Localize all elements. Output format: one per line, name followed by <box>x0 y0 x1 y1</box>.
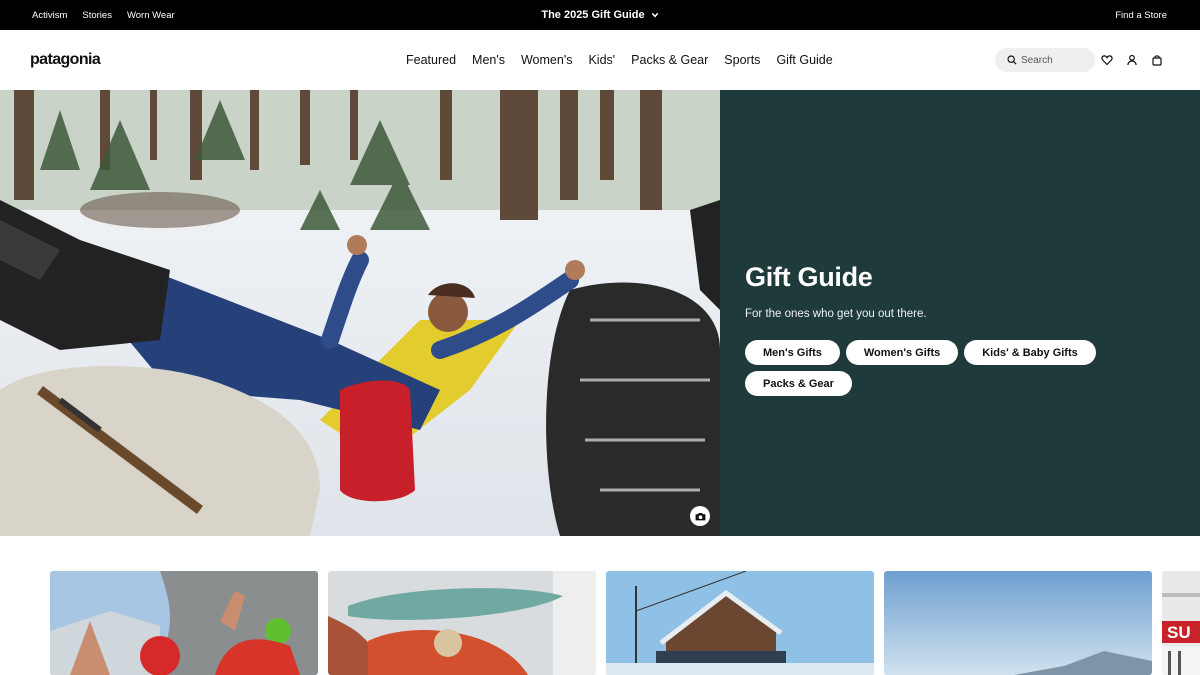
promo-label: The 2025 Gift Guide <box>541 9 645 21</box>
search-box[interactable] <box>995 48 1095 72</box>
mountain-house-image <box>606 571 874 675</box>
card-mountain-house[interactable] <box>606 571 874 675</box>
card-storefront[interactable]: SU <box>1162 571 1200 675</box>
nav-sports[interactable]: Sports <box>724 53 760 67</box>
main-nav: Featured Men's Women's Kids' Packs & Gea… <box>406 30 833 90</box>
utility-bar: Activism Stories Worn Wear The 2025 Gift… <box>0 0 1200 30</box>
hero-buttons: Men's Gifts Women's Gifts Kids' & Baby G… <box>745 340 1125 396</box>
nav-womens[interactable]: Women's <box>521 53 572 67</box>
main-header: patagonia Featured Men's Women's Kids' P… <box>0 30 1200 90</box>
feature-cards: SU <box>0 571 1200 675</box>
hero-section: Gift Guide For the ones who get you out … <box>0 90 1200 536</box>
search-icon <box>1007 55 1017 65</box>
hero-title: Gift Guide <box>745 262 873 292</box>
hero-panel: Gift Guide For the ones who get you out … <box>720 90 1200 536</box>
sky-landscape-image <box>884 571 1152 675</box>
heart-icon[interactable] <box>1100 53 1114 67</box>
surfboard-image <box>328 571 596 675</box>
card-surfboard[interactable] <box>328 571 596 675</box>
nav-mens[interactable]: Men's <box>472 53 505 67</box>
hero-subtitle: For the ones who get you out there. <box>745 308 927 320</box>
search-input[interactable] <box>1021 54 1093 66</box>
nav-featured[interactable]: Featured <box>406 53 456 67</box>
packs-gear-button[interactable]: Packs & Gear <box>745 371 852 396</box>
mens-gifts-button[interactable]: Men's Gifts <box>745 340 840 365</box>
promo-dropdown[interactable]: The 2025 Gift Guide <box>0 0 1200 30</box>
hero-photo <box>0 90 720 536</box>
find-store-label: Find a Store <box>1115 9 1167 21</box>
nav-kids[interactable]: Kids' <box>588 53 615 67</box>
kids-baby-gifts-button[interactable]: Kids' & Baby Gifts <box>964 340 1096 365</box>
nav-gift-guide[interactable]: Gift Guide <box>776 53 832 67</box>
hero-image-snow-camper <box>0 90 720 536</box>
womens-gifts-button[interactable]: Women's Gifts <box>845 340 959 365</box>
photo-credit-button[interactable] <box>690 506 710 526</box>
camera-icon <box>695 512 705 520</box>
card-climbers[interactable] <box>50 571 318 675</box>
chevron-down-icon <box>651 12 659 18</box>
nav-packs-gear[interactable]: Packs & Gear <box>631 53 708 67</box>
card-sky-landscape[interactable] <box>884 571 1152 675</box>
storefront-image: SU <box>1162 571 1200 675</box>
bag-icon[interactable] <box>1150 53 1164 67</box>
find-store-link[interactable]: Find a Store <box>1115 0 1167 30</box>
climbers-image <box>50 571 318 675</box>
account-icon[interactable] <box>1125 53 1139 67</box>
patagonia-logo[interactable]: patagonia <box>30 51 101 69</box>
storefront-sign-text: SU <box>1167 623 1191 642</box>
